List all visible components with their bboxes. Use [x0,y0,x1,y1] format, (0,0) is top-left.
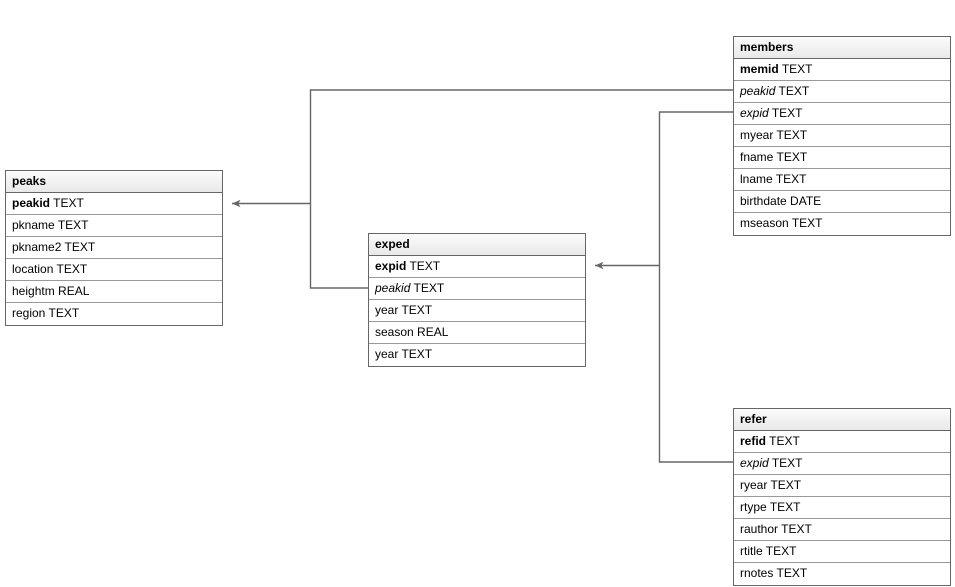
field-row[interactable]: location TEXT [6,259,222,281]
field-type: REAL [58,284,90,298]
field-name: expid [740,456,769,470]
entity-exped[interactable]: exped expid TEXT peakid TEXT year TEXT s… [368,233,586,367]
field-name: birthdate [740,194,787,208]
field-type: TEXT [48,306,80,320]
field-type: TEXT [409,259,441,273]
field-row[interactable]: rauthor TEXT [734,519,950,541]
field-type: TEXT [776,128,808,142]
field-name: pkname [12,218,55,232]
field-name: peakid [375,281,411,295]
field-row[interactable]: fname TEXT [734,147,950,169]
field-row[interactable]: heightm REAL [6,281,222,303]
field-name: rtitle [740,544,763,558]
field-name: expid [740,106,769,120]
entity-members[interactable]: members memid TEXT peakid TEXT expid TEX… [733,36,951,236]
field-name: heightm [12,284,55,298]
field-type: TEXT [776,150,808,164]
field-type: REAL [417,325,449,339]
field-type: TEXT [56,262,88,276]
field-type: TEXT [401,303,433,317]
field-row[interactable]: expid TEXT [369,256,585,278]
field-row[interactable]: mseason TEXT [734,213,950,235]
field-row[interactable]: region TEXT [6,303,222,325]
field-type: TEXT [413,281,445,295]
field-row[interactable]: myear TEXT [734,125,950,147]
field-type: TEXT [53,196,84,210]
entity-title-refer: refer [734,409,950,431]
field-name: refid [740,434,767,448]
field-row[interactable]: peakid TEXT [6,193,222,215]
field-type: TEXT [778,84,810,98]
field-type: TEXT [769,434,800,448]
field-name: expid [375,259,407,273]
field-row[interactable]: pkname TEXT [6,215,222,237]
field-name: year [375,303,399,317]
field-name: year [375,347,399,361]
field-name: myear [740,128,774,142]
field-row[interactable]: year TEXT [369,344,585,366]
field-row[interactable]: birthdate DATE [734,191,950,213]
field-name: memid [740,62,779,76]
field-name: peakid [12,196,51,210]
field-row[interactable]: peakid TEXT [734,81,950,103]
field-name: rnotes [740,566,774,580]
field-type: TEXT [769,500,801,514]
field-row[interactable]: refid TEXT [734,431,950,453]
field-type: TEXT [64,240,96,254]
field-name: peakid [740,84,776,98]
field-name: rtype [740,500,767,514]
entity-title-exped: exped [369,234,585,256]
field-type: TEXT [771,106,803,120]
field-row[interactable]: rnotes TEXT [734,563,950,585]
field-type: DATE [790,194,822,208]
field-name: season [375,325,414,339]
field-type: TEXT [401,347,433,361]
edge-expid [595,111,734,463]
field-type: TEXT [57,218,89,232]
field-row[interactable]: ryear TEXT [734,475,950,497]
field-name: lname [740,172,773,186]
field-row[interactable]: pkname2 TEXT [6,237,222,259]
field-type: TEXT [770,478,802,492]
field-type: TEXT [791,216,823,230]
field-row[interactable]: expid TEXT [734,103,950,125]
entity-title-peaks: peaks [6,171,222,193]
field-name: rauthor [740,522,779,536]
field-row[interactable]: expid TEXT [734,453,950,475]
field-type: TEXT [775,172,807,186]
field-row[interactable]: rtype TEXT [734,497,950,519]
field-name: pkname2 [12,240,62,254]
field-row[interactable]: season REAL [369,322,585,344]
entity-peaks[interactable]: peaks peakid TEXT pkname TEXT pkname2 TE… [5,170,223,326]
entity-title-members: members [734,37,950,59]
field-name: location [12,262,54,276]
field-row[interactable]: peakid TEXT [369,278,585,300]
field-row[interactable]: memid TEXT [734,59,950,81]
field-name: region [12,306,46,320]
field-type: TEXT [776,566,808,580]
field-type: TEXT [765,544,797,558]
field-name: fname [740,150,774,164]
er-diagram-canvas: peaks peakid TEXT pkname TEXT pkname2 TE… [0,0,955,587]
entity-refer[interactable]: refer refid TEXT expid TEXT ryear TEXT r… [733,408,951,586]
field-row[interactable]: rtitle TEXT [734,541,950,563]
field-type: TEXT [771,456,803,470]
field-name: ryear [740,478,768,492]
field-row[interactable]: lname TEXT [734,169,950,191]
field-row[interactable]: year TEXT [369,300,585,322]
field-name: mseason [740,216,789,230]
field-type: TEXT [781,522,812,536]
field-type: TEXT [781,62,813,76]
